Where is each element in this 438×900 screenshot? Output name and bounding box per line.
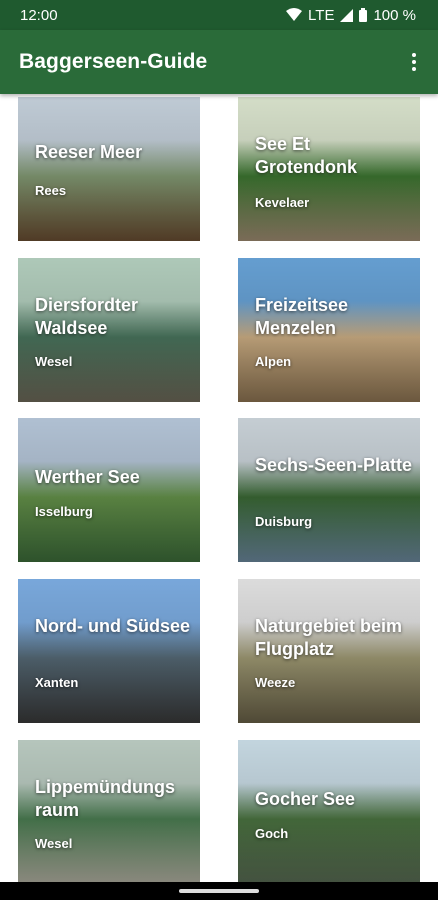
lake-town: Alpen — [255, 354, 292, 369]
lake-name: Werther See — [35, 467, 140, 487]
battery-level: 100 % — [373, 6, 416, 24]
lake-town: Isselburg — [35, 504, 93, 519]
lake-card[interactable]: Reeser Meer Rees — [18, 97, 200, 241]
lake-grid: Reeser Meer Rees See Et Grotendonk Kevel… — [0, 94, 438, 882]
lake-town: Kevelaer — [255, 195, 310, 210]
lake-town: Wesel — [35, 836, 73, 851]
lake-card[interactable]: Nord- und Südsee Xanten — [18, 579, 200, 723]
status-icons: LTE 100 % — [286, 7, 416, 24]
lake-card[interactable]: Gocher See Goch — [238, 740, 420, 882]
lake-name: Gocher See — [255, 789, 356, 809]
lake-town: Rees — [35, 183, 67, 198]
lake-name: Diersfordter Waldsee — [35, 295, 139, 338]
lake-town: Xanten — [35, 675, 79, 690]
wifi-icon — [286, 8, 303, 21]
network-type: LTE — [308, 6, 335, 24]
lake-card[interactable]: See Et Grotendonk Kevelaer — [238, 97, 420, 241]
lake-name: Nord- und Südsee — [35, 616, 191, 636]
lake-card[interactable]: Freizeitsee Menzelen Alpen — [238, 258, 420, 402]
lake-name: Reeser Meer — [35, 142, 143, 162]
lake-card[interactable]: Sechs-Seen-Platte Duisburg — [238, 418, 420, 562]
navigation-bar — [0, 882, 438, 900]
app-bar: Baggerseen-Guide — [0, 30, 438, 94]
lake-name: See Et Grotendonk — [255, 134, 357, 177]
lake-name: Naturgebiet beim Flugplatz — [255, 616, 403, 659]
lake-name: Freizeitsee Menzelen — [255, 295, 349, 338]
app-title: Baggerseen-Guide — [19, 50, 208, 73]
signal-icon — [340, 8, 354, 22]
lake-town: Wesel — [35, 354, 73, 369]
lake-card[interactable]: Werther See Isselburg — [18, 418, 200, 562]
lake-name: Lippemündungs raum — [35, 777, 175, 820]
lake-card[interactable]: Lippemündungs raum Wesel — [18, 740, 200, 882]
lake-town: Duisburg — [255, 514, 313, 529]
status-bar: 12:00 LTE 100 % — [0, 0, 438, 30]
status-time: 12:00 — [20, 6, 58, 24]
lake-card[interactable]: Naturgebiet beim Flugplatz Weeze — [238, 579, 420, 723]
battery-icon — [359, 8, 368, 22]
lake-card[interactable]: Diersfordter Waldsee Wesel — [18, 258, 200, 402]
lake-town: Goch — [255, 826, 289, 841]
lake-town: Weeze — [255, 675, 296, 690]
lake-name: Sechs-Seen-Platte — [255, 455, 413, 475]
more-vert-icon[interactable] — [402, 42, 426, 82]
home-handle[interactable] — [179, 889, 259, 893]
